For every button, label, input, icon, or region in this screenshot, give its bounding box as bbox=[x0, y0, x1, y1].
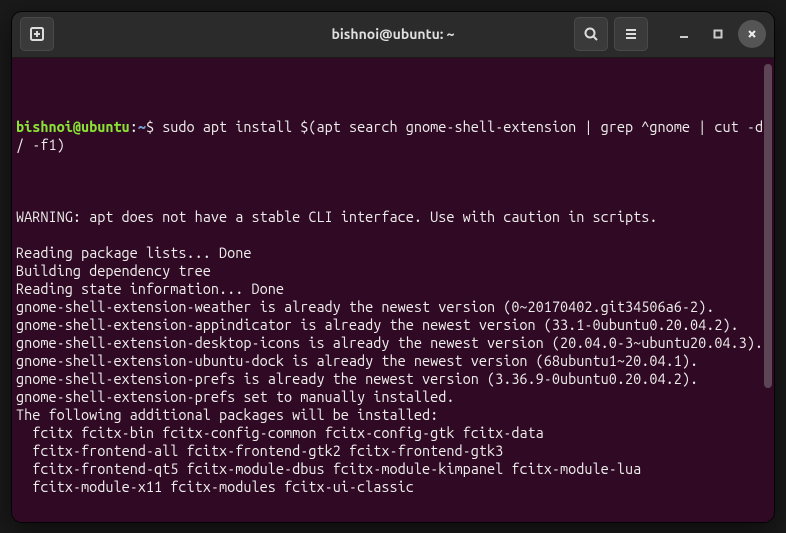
terminal-body[interactable]: bishnoi@ubuntu:~$ sudo apt install $(apt… bbox=[12, 58, 774, 522]
output-line: The following additional packages will b… bbox=[16, 406, 770, 424]
prompt-path: ~ bbox=[138, 118, 146, 135]
output-line: gnome-shell-extension-ubuntu-dock is alr… bbox=[16, 352, 770, 370]
new-tab-button[interactable] bbox=[20, 17, 54, 51]
search-icon bbox=[583, 26, 599, 42]
output-line bbox=[16, 190, 770, 208]
scrollbar[interactable] bbox=[764, 64, 772, 388]
terminal-output: WARNING: apt does not have a stable CLI … bbox=[16, 190, 770, 496]
output-line: Building dependency tree bbox=[16, 262, 770, 280]
output-line: Reading state information... Done bbox=[16, 280, 770, 298]
output-line: fcitx-frontend-all fcitx-frontend-gtk2 f… bbox=[16, 442, 770, 460]
minimize-icon bbox=[678, 28, 690, 40]
maximize-button[interactable] bbox=[704, 20, 732, 48]
prompt-line: bishnoi@ubuntu:~$ sudo apt install $(apt… bbox=[16, 118, 770, 154]
output-line: fcitx fcitx-bin fcitx-config-common fcit… bbox=[16, 424, 770, 442]
prompt-dollar: $ bbox=[146, 118, 162, 135]
output-line: fcitx-frontend-qt5 fcitx-module-dbus fci… bbox=[16, 460, 770, 478]
prompt-colon: : bbox=[130, 118, 138, 135]
maximize-icon bbox=[712, 28, 724, 40]
menu-button[interactable] bbox=[614, 17, 648, 51]
terminal-window: bishnoi@ubuntu: ~ bbox=[12, 12, 774, 522]
output-line: Reading package lists... Done bbox=[16, 244, 770, 262]
output-line: gnome-shell-extension-prefs set to manua… bbox=[16, 388, 770, 406]
new-tab-icon bbox=[29, 26, 45, 42]
prompt-user: bishnoi@ubuntu bbox=[16, 118, 130, 135]
search-button[interactable] bbox=[574, 17, 608, 51]
titlebar: bishnoi@ubuntu: ~ bbox=[12, 12, 774, 58]
output-line: gnome-shell-extension-prefs is already t… bbox=[16, 370, 770, 388]
close-button[interactable] bbox=[738, 20, 766, 48]
output-line: gnome-shell-extension-weather is already… bbox=[16, 298, 770, 316]
output-line: gnome-shell-extension-desktop-icons is a… bbox=[16, 334, 770, 352]
hamburger-icon bbox=[623, 26, 639, 42]
close-icon bbox=[746, 28, 758, 40]
output-line: fcitx-module-x11 fcitx-modules fcitx-ui-… bbox=[16, 478, 770, 496]
window-title: bishnoi@ubuntu: ~ bbox=[332, 26, 455, 42]
minimize-button[interactable] bbox=[670, 20, 698, 48]
output-line: WARNING: apt does not have a stable CLI … bbox=[16, 208, 770, 226]
output-line: gnome-shell-extension-appindicator is al… bbox=[16, 316, 770, 334]
output-line bbox=[16, 226, 770, 244]
